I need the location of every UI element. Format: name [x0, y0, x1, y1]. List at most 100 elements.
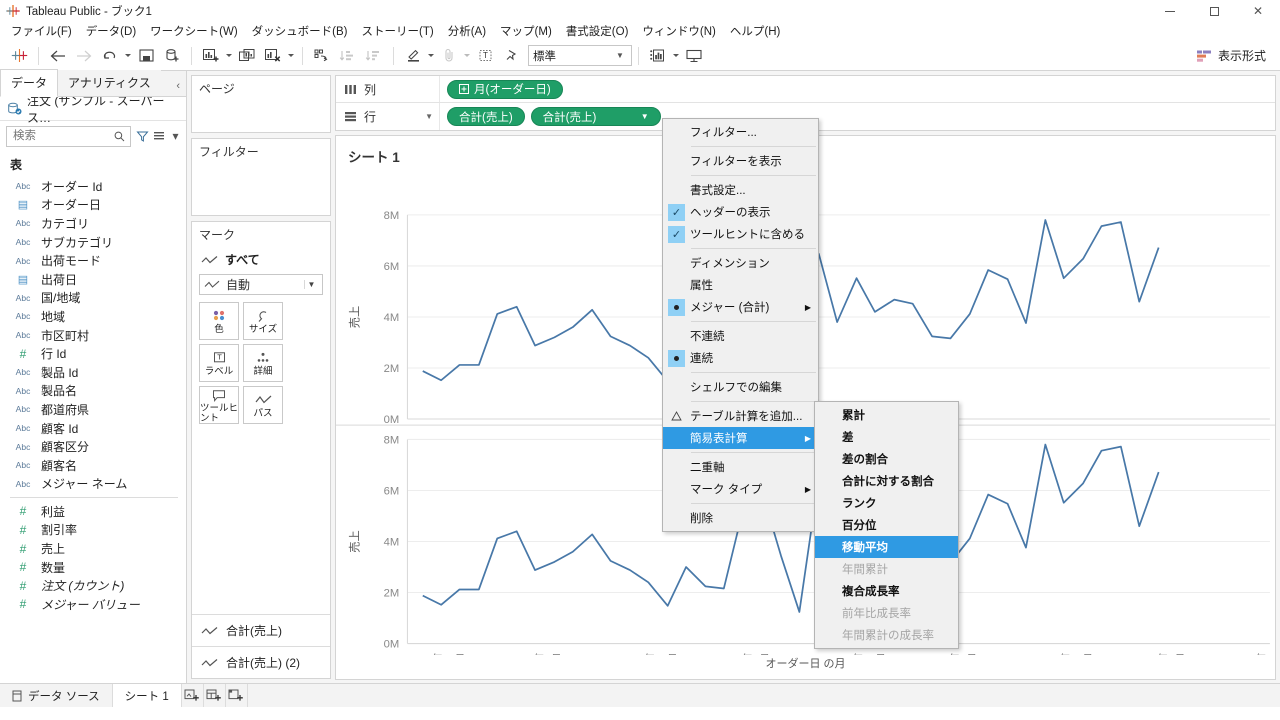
close-button[interactable]: ✕: [1236, 0, 1280, 22]
new-datasource-icon[interactable]: [159, 44, 185, 68]
pill-sum-sales-1[interactable]: 合計(売上): [447, 107, 525, 126]
marks-label-button[interactable]: T ラベル: [199, 344, 239, 382]
submenu-item-rank[interactable]: ランク: [815, 492, 958, 514]
new-worksheet-tab-button[interactable]: [182, 684, 204, 707]
menu-format[interactable]: 書式設定(O): [559, 21, 636, 41]
measure-sales[interactable]: # 売上: [0, 539, 186, 558]
tableau-home-icon[interactable]: [6, 44, 32, 68]
highlight-dropdown-icon[interactable]: [426, 44, 436, 68]
clear-sheet-dropdown-icon[interactable]: [286, 44, 296, 68]
menu-story[interactable]: ストーリー(T): [355, 21, 441, 41]
presentation-mode-icon[interactable]: [681, 44, 707, 68]
field-subcategory[interactable]: Abc サブカテゴリ: [0, 233, 186, 252]
show-me-button[interactable]: 表示形式: [1190, 44, 1272, 67]
menu-map[interactable]: マップ(M): [493, 21, 559, 41]
menu-data[interactable]: データ(D): [79, 21, 143, 41]
datasource-tab[interactable]: データ ソース: [0, 684, 113, 707]
menu-item-filter[interactable]: フィルター...: [663, 121, 818, 143]
mark-layer-sales-2[interactable]: 合計(売上) (2): [192, 646, 330, 678]
new-dashboard-tab-button[interactable]: [204, 684, 226, 707]
pill-dropdown-icon[interactable]: ▼: [641, 112, 649, 121]
field-product-name[interactable]: Abc 製品名: [0, 382, 186, 401]
new-worksheet-dropdown-icon[interactable]: [224, 44, 234, 68]
marks-all-row[interactable]: すべて: [192, 247, 330, 274]
marks-color-button[interactable]: 色: [199, 302, 239, 340]
menu-item-add-table-calculation[interactable]: テーブル計算を追加...: [663, 405, 818, 427]
pages-card[interactable]: ページ: [191, 75, 331, 133]
field-order-date[interactable]: ▤ オーダー日: [0, 196, 186, 215]
field-customer-id[interactable]: Abc 顧客 Id: [0, 419, 186, 438]
field-row-id[interactable]: # 行 Id: [0, 344, 186, 363]
new-story-tab-button[interactable]: [226, 684, 248, 707]
mark-layer-sales-1[interactable]: 合計(売上): [192, 614, 330, 646]
fit-dropdown[interactable]: 標準 ▼: [528, 45, 632, 66]
tab-analytics[interactable]: アナリティクス: [58, 70, 161, 96]
menu-item-dual-axis[interactable]: 二重軸: [663, 456, 818, 478]
fix-axes-dropdown-icon[interactable]: [671, 44, 681, 68]
menu-analysis[interactable]: 分析(A): [441, 21, 493, 41]
pill-context-menu[interactable]: フィルター... フィルターを表示 書式設定... ✓ ヘッダーの表示 ✓ ツールヒ…: [662, 118, 819, 532]
save-icon[interactable]: [133, 44, 159, 68]
clear-sheet-icon[interactable]: [260, 44, 286, 68]
menu-item-show-header[interactable]: ✓ ヘッダーの表示: [663, 201, 818, 223]
mark-type-dropdown[interactable]: 自動 ▼: [199, 274, 323, 295]
marks-tooltip-button[interactable]: ツールヒント: [199, 386, 239, 424]
submenu-item-difference[interactable]: 差: [815, 426, 958, 448]
field-order-id[interactable]: Abc オーダー Id: [0, 177, 186, 196]
menu-worksheet[interactable]: ワークシート(W): [143, 21, 245, 41]
field-product-id[interactable]: Abc 製品 Id: [0, 363, 186, 382]
collapse-pane-icon[interactable]: ‹: [176, 80, 180, 92]
pill-month-order-date[interactable]: 月(オーダー日): [447, 79, 563, 99]
submenu-item-percentile[interactable]: 百分位: [815, 514, 958, 536]
field-prefecture[interactable]: Abc 都道府県: [0, 400, 186, 419]
paperclip-icon[interactable]: [436, 44, 462, 68]
measure-discount[interactable]: # 割引率: [0, 521, 186, 540]
measure-profit[interactable]: # 利益: [0, 502, 186, 521]
show-labels-icon[interactable]: T: [472, 44, 498, 68]
marks-detail-button[interactable]: 詳細: [243, 344, 283, 382]
submenu-item-moving-average[interactable]: 移動平均: [815, 536, 958, 558]
menu-window[interactable]: ウィンドウ(N): [635, 21, 722, 41]
field-customer-segment[interactable]: Abc 顧客区分: [0, 437, 186, 456]
field-country-region[interactable]: Abc 国/地域: [0, 289, 186, 308]
paperclip-dropdown-icon[interactable]: [462, 44, 472, 68]
forward-arrow-icon[interactable]: [71, 44, 97, 68]
quick-table-calculation-submenu[interactable]: 累計 差 差の割合 合計に対する割合 ランク 百分位 移動平均 年間累計 複合成…: [814, 401, 959, 649]
field-measure-names[interactable]: Abc メジャー ネーム: [0, 475, 186, 494]
menu-item-continuous[interactable]: 連続: [663, 347, 818, 369]
menu-item-dimension[interactable]: ディメンション: [663, 252, 818, 274]
search-input[interactable]: [6, 125, 131, 147]
field-customer-name[interactable]: Abc 顧客名: [0, 456, 186, 475]
tab-data[interactable]: データ: [0, 69, 59, 97]
filters-card[interactable]: フィルター: [191, 138, 331, 216]
filter-icon[interactable]: [135, 130, 149, 143]
search-field[interactable]: [11, 129, 112, 143]
refresh-dropdown-icon[interactable]: [123, 44, 133, 68]
highlight-pen-icon[interactable]: [400, 44, 426, 68]
menu-item-remove[interactable]: 削除: [663, 507, 818, 529]
sort-ascending-icon[interactable]: [335, 44, 361, 68]
menu-item-attribute[interactable]: 属性: [663, 274, 818, 296]
submenu-item-percent-of-total[interactable]: 合計に対する割合: [815, 470, 958, 492]
chevron-down-icon[interactable]: ▼: [425, 112, 433, 121]
swap-rows-columns-icon[interactable]: [309, 44, 335, 68]
menu-item-edit-in-shelf[interactable]: シェルフでの編集: [663, 376, 818, 398]
marks-size-button[interactable]: サイズ: [243, 302, 283, 340]
duplicate-sheet-icon[interactable]: [234, 44, 260, 68]
menu-item-include-in-tooltip[interactable]: ✓ ツールヒントに含める: [663, 223, 818, 245]
field-ship-mode[interactable]: Abc 出荷モード: [0, 251, 186, 270]
pin-icon[interactable]: [498, 44, 524, 68]
fix-axes-icon[interactable]: [645, 44, 671, 68]
view-options-icon[interactable]: [153, 130, 167, 142]
submenu-item-running-total[interactable]: 累計: [815, 404, 958, 426]
menu-item-mark-type[interactable]: マーク タイプ ▶: [663, 478, 818, 500]
field-ship-date[interactable]: ▤ 出荷日: [0, 270, 186, 289]
back-arrow-icon[interactable]: [45, 44, 71, 68]
datasource-row[interactable]: 注文 (サンプル - スーパース…: [0, 94, 186, 125]
menu-file[interactable]: ファイル(F): [4, 21, 79, 41]
menu-item-measure-sum[interactable]: メジャー (合計) ▶: [663, 296, 818, 318]
sheet-tab-1[interactable]: シート 1: [112, 684, 182, 707]
measure-measure-values[interactable]: # メジャー バリュー: [0, 595, 186, 614]
view-options-caret-icon[interactable]: ▾: [171, 129, 180, 143]
field-city[interactable]: Abc 市区町村: [0, 326, 186, 345]
